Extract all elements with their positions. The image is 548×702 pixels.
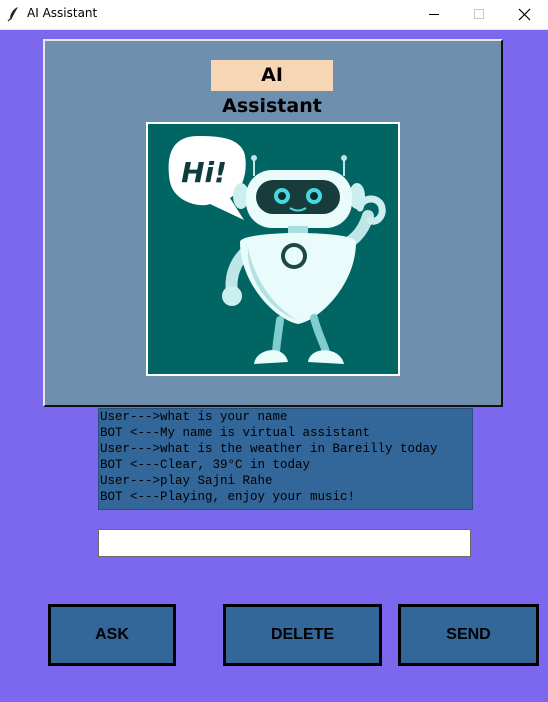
chat-line: BOT <---Playing, enjoy your music! xyxy=(100,490,356,504)
window-title: AI Assistant xyxy=(27,6,98,20)
app-title: AI Assistant xyxy=(211,60,333,117)
maximize-button[interactable] xyxy=(456,0,502,29)
window-titlebar: AI Assistant xyxy=(0,0,548,30)
feather-icon xyxy=(7,7,18,22)
question-input[interactable] xyxy=(98,529,471,557)
chat-line: User--->play Sajni Rahe xyxy=(100,474,273,488)
minimize-icon xyxy=(429,14,439,15)
chat-line: BOT <---Clear, 39°C in today xyxy=(100,458,311,472)
robot-illustration: Hi! xyxy=(168,136,386,364)
delete-button[interactable]: DELETE xyxy=(223,604,382,666)
minimize-button[interactable] xyxy=(411,0,457,29)
speech-bubble: Hi! xyxy=(168,136,246,220)
close-button[interactable] xyxy=(502,0,548,29)
ask-button[interactable]: ASK xyxy=(48,604,176,666)
maximize-icon xyxy=(474,9,484,19)
chat-line: User--->what is the weather in Bareilly … xyxy=(100,442,438,456)
chat-log[interactable]: User--->what is your name BOT <---My nam… xyxy=(98,408,473,510)
speech-bubble-text: Hi! xyxy=(181,156,227,189)
send-button[interactable]: SEND xyxy=(398,604,539,666)
robot-image: Hi! xyxy=(146,122,400,376)
close-icon xyxy=(518,8,531,21)
chat-line: BOT <---My name is virtual assistant xyxy=(100,426,371,440)
chat-line: User--->what is your name xyxy=(100,410,288,424)
